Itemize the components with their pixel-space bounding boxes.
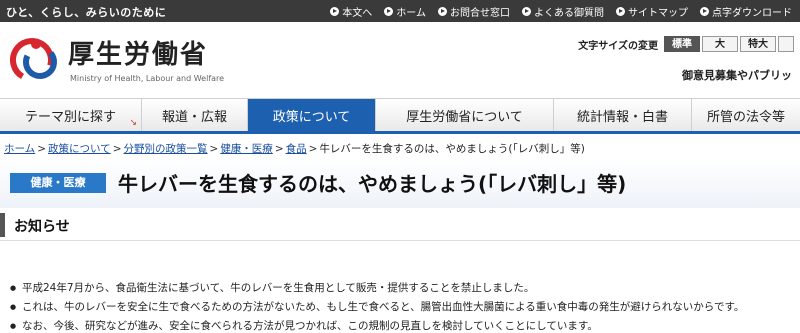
arrow-right-icon — [438, 7, 447, 16]
breadcrumb-current: 牛レバーを生食するのは、やめましょう(「レバ刺し」等) — [319, 143, 585, 155]
section-heading-bar — [0, 213, 800, 237]
utility-link-contact[interactable]: お問合せ窓口 — [438, 4, 510, 19]
nav-item-label: 政策について — [272, 109, 351, 125]
utility-link-label: 点字ダウンロード — [712, 8, 792, 19]
section-divider — [0, 240, 800, 241]
main-nav: テーマ別に探す ↘ 報道・広報 政策について 厚生労働省について 統計情報・白書 … — [0, 98, 800, 134]
breadcrumb-separator: > — [274, 143, 284, 155]
breadcrumb-separator: > — [112, 143, 122, 155]
nav-item-label: 厚生労働省について — [406, 109, 523, 125]
utility-link-skip-to-content[interactable]: 本文へ — [330, 4, 372, 19]
breadcrumb-separator: > — [308, 143, 318, 155]
utility-link-label: 本文へ — [342, 8, 373, 19]
nav-item-laws[interactable]: 所管の法令等 — [692, 99, 800, 131]
utility-link-label: サイトマップ — [628, 8, 688, 19]
site-name-english: Ministry of Health, Labour and Welfare — [70, 74, 225, 83]
nav-item-press[interactable]: 報道・広報 — [142, 99, 248, 131]
nav-item-label: テーマ別に探す — [24, 109, 116, 125]
public-comment-link[interactable]: 御意見募集やパブリッ — [682, 67, 792, 83]
utility-link-label: お問合せ窓口 — [450, 8, 510, 19]
arrow-right-icon — [700, 7, 709, 16]
utility-link-label: よくある御質問 — [534, 8, 604, 19]
font-size-label: 文字サイズの変更 — [578, 40, 658, 52]
utility-link-braille-download[interactable]: 点字ダウンロード — [700, 4, 792, 19]
font-size-standard-button[interactable]: 標準 — [664, 36, 700, 52]
mhlw-logo-icon[interactable] — [10, 32, 62, 88]
breadcrumb: ホーム > 政策について > 分野別の政策一覧 > 健康・医療 > 食品 > 牛レバーを生食するのは… — [4, 141, 585, 156]
category-badge: 健康・医療 — [10, 173, 106, 193]
breadcrumb-home[interactable]: ホーム — [4, 143, 35, 155]
nav-item-label: 所管の法令等 — [706, 109, 785, 125]
font-size-extra-large-button[interactable]: 特大 — [740, 36, 776, 52]
nav-item-label: 報道・広報 — [161, 109, 227, 125]
site-name[interactable]: 厚生労働省 — [68, 34, 208, 71]
breadcrumb-separator: > — [37, 143, 46, 155]
arrow-right-icon — [616, 7, 625, 16]
font-size-large-button[interactable]: 大 — [702, 36, 738, 52]
utility-link-label: ホーム — [396, 8, 426, 19]
utility-link-sitemap[interactable]: サイトマップ — [616, 4, 688, 19]
arrow-right-icon — [330, 7, 340, 16]
nav-item-statistics[interactable]: 統計情報・白書 — [554, 99, 692, 131]
page-title: 牛レバーを生食するのは、やめましょう(「レバ刺し」等) — [118, 172, 627, 196]
utility-link-home[interactable]: ホーム — [384, 4, 426, 19]
breadcrumb-health[interactable]: 健康・医療 — [220, 143, 273, 155]
list-item: なお、今後、研究などが進み、安全に食べられる方法が見つかれば、この規制の見直しを… — [10, 317, 744, 333]
breadcrumb-separator: > — [209, 143, 219, 155]
nav-item-about-ministry[interactable]: 厚生労働省について — [376, 99, 554, 131]
list-item: 平成24年7月から、食品衛生法に基づいて、牛のレバーを生食用として販売・提供する… — [10, 279, 744, 298]
section-title: お知らせ — [14, 219, 70, 235]
font-size-switcher: 文字サイズの変更 標準 大 特大 — [578, 36, 794, 52]
utility-links: 本文へ ホーム お問合せ窓口 よくある御質問 サイトマップ 点字ダウンロード — [330, 4, 792, 19]
arrow-right-icon — [522, 7, 531, 16]
list-item: これは、牛のレバーを安全に生で食べるための方法がないため、もし生で食べると、腸管… — [10, 298, 744, 317]
top-utility-bar: ひと、くらし、みらいのために 本文へ ホーム お問合せ窓口 よくある御質問 サイ… — [0, 0, 800, 22]
nav-item-browse-by-theme[interactable]: テーマ別に探す ↘ — [0, 99, 142, 131]
utility-link-faq[interactable]: よくある御質問 — [522, 4, 604, 19]
breadcrumb-policy-list[interactable]: 分野別の政策一覧 — [124, 143, 208, 155]
site-tagline: ひと、くらし、みらいのために — [6, 6, 167, 19]
corner-arrow-icon: ↘ — [129, 118, 137, 128]
breadcrumb-policy[interactable]: 政策について — [48, 143, 111, 155]
nav-item-label: 統計情報・白書 — [576, 109, 668, 125]
breadcrumb-food[interactable]: 食品 — [286, 143, 307, 155]
nav-item-policy[interactable]: 政策について — [248, 99, 376, 131]
notice-list: 平成24年7月から、食品衛生法に基づいて、牛のレバーを生食用として販売・提供する… — [10, 279, 744, 333]
arrow-right-icon — [384, 7, 394, 16]
font-size-extra-control[interactable] — [778, 36, 794, 52]
